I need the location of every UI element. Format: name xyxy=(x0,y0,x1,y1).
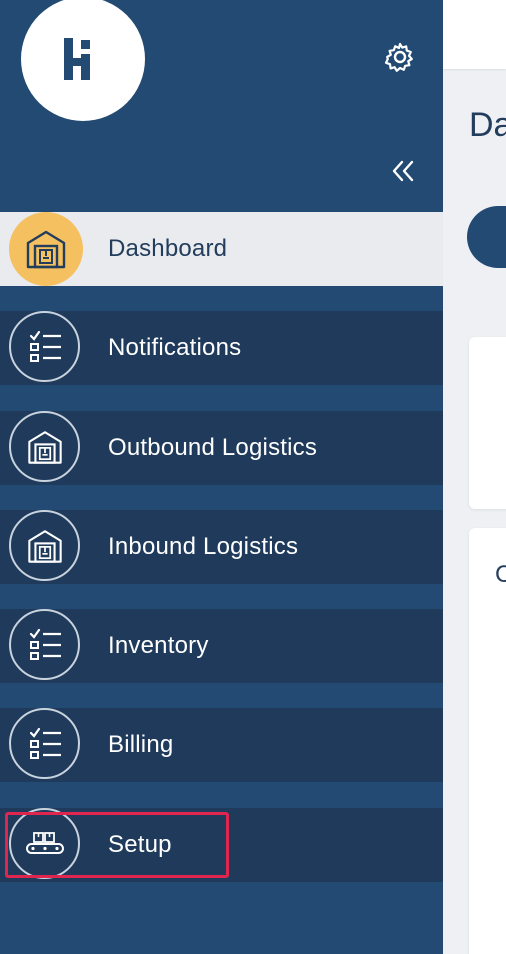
sidebar-item-label: Setup xyxy=(108,831,172,858)
sidebar-item-setup[interactable]: Setup xyxy=(0,808,443,882)
sidebar-item-label: Inventory xyxy=(108,632,209,659)
sidebar-item-billing[interactable]: Billing xyxy=(0,708,443,782)
summary-card xyxy=(469,337,506,509)
card-heading: C xyxy=(495,561,506,588)
collapse-sidebar-icon[interactable] xyxy=(388,156,418,186)
sidebar-item-inventory[interactable]: Inventory xyxy=(0,609,443,683)
settings-gear-icon[interactable] xyxy=(384,41,416,73)
sidebar-item-label: Inbound Logistics xyxy=(108,533,299,560)
checklist-icon xyxy=(9,609,80,680)
sidebar-item-label: Notifications xyxy=(108,334,242,361)
warehouse-icon xyxy=(9,212,83,286)
action-button[interactable] xyxy=(467,206,506,268)
conveyor-icon xyxy=(9,808,80,879)
top-bar xyxy=(443,0,506,69)
page-title: Da xyxy=(469,106,506,144)
hi-logo-icon xyxy=(64,38,90,80)
sidebar-item-label: Dashboard xyxy=(108,235,228,262)
main-content: Da C xyxy=(443,0,506,954)
sidebar-item-inbound-logistics[interactable]: Inbound Logistics xyxy=(0,510,443,584)
sidebar-item-outbound-logistics[interactable]: Outbound Logistics xyxy=(0,411,443,485)
sidebar-item-dashboard[interactable]: Dashboard xyxy=(0,212,443,286)
sidebar: Dashboard Notifications Outbound Logisti… xyxy=(0,0,443,954)
sidebar-item-label: Billing xyxy=(108,731,174,758)
warehouse-icon xyxy=(9,510,80,581)
brand-logo[interactable] xyxy=(21,0,145,121)
sidebar-item-label: Outbound Logistics xyxy=(108,434,318,461)
checklist-icon xyxy=(9,708,80,779)
warehouse-icon xyxy=(9,411,80,482)
sidebar-item-notifications[interactable]: Notifications xyxy=(0,311,443,385)
content-card xyxy=(469,528,506,954)
checklist-icon xyxy=(9,311,80,382)
